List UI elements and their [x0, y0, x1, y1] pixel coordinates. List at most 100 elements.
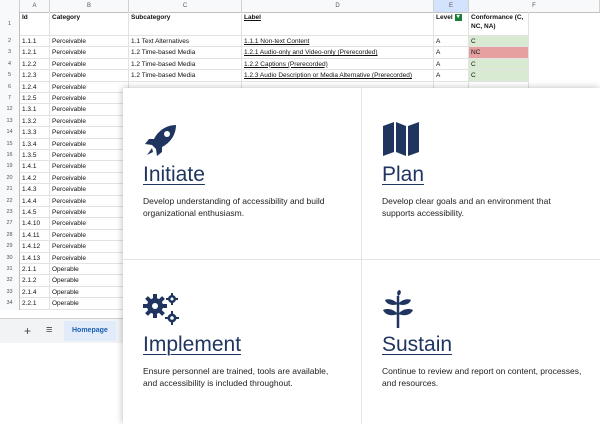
table-cell-subcategory[interactable]: 1.2 Time-based Media — [129, 47, 242, 59]
table-cell-id[interactable]: 1.4.1 — [20, 161, 50, 173]
row-header[interactable]: 6 — [0, 81, 20, 93]
card-title-implement[interactable]: Implement — [143, 333, 241, 357]
table-cell-level[interactable]: A — [434, 36, 469, 48]
row-header[interactable]: 16 — [0, 150, 20, 162]
table-cell-category[interactable]: Perceivable — [50, 93, 129, 105]
table-cell-id[interactable]: 1.4.2 — [20, 172, 50, 185]
table-cell-conf[interactable]: C — [469, 58, 529, 71]
table-cell-category[interactable]: Perceivable — [50, 104, 129, 116]
header-level[interactable]: Level ▾ — [434, 12, 469, 36]
card-title-plan[interactable]: Plan — [382, 163, 424, 187]
table-cell-conf[interactable]: C — [469, 70, 529, 82]
column-header-a[interactable]: A — [20, 0, 50, 12]
table-cell-category[interactable]: Perceivable — [50, 252, 129, 264]
row-header[interactable]: 14 — [0, 127, 20, 139]
table-cell-id[interactable]: 1.2.3 — [20, 70, 50, 82]
table-cell-id[interactable]: 1.4.3 — [20, 184, 50, 196]
table-cell-category[interactable]: Perceivable — [50, 81, 129, 93]
table-cell-category[interactable]: Operable — [50, 298, 129, 310]
row-header[interactable]: 32 — [0, 275, 20, 287]
plus-icon[interactable]: + — [24, 324, 31, 338]
row-header[interactable]: 20 — [0, 172, 20, 185]
table-cell-category[interactable]: Perceivable — [50, 47, 129, 59]
header-subcategory[interactable]: Subcategory — [129, 12, 242, 36]
table-cell-label[interactable]: 1.2.3 Audio Description or Media Alterna… — [242, 70, 434, 82]
table-cell-category[interactable]: Perceivable — [50, 195, 129, 207]
table-cell-id[interactable]: 1.4.5 — [20, 207, 50, 219]
table-cell-id[interactable]: 1.4.10 — [20, 218, 50, 230]
header-label[interactable]: Label — [242, 12, 434, 36]
row-header[interactable]: 27 — [0, 218, 20, 230]
table-cell-id[interactable]: 2.1.2 — [20, 275, 50, 287]
row-header[interactable]: 30 — [0, 252, 20, 264]
row-header[interactable]: 23 — [0, 207, 20, 219]
row-header[interactable]: 22 — [0, 195, 20, 207]
table-cell-label[interactable]: 1.2.1 Audio-only and Video-only (Prereco… — [242, 47, 434, 59]
row-header[interactable]: 3 — [0, 47, 20, 59]
table-cell-id[interactable]: 1.3.3 — [20, 127, 50, 139]
table-cell-category[interactable]: Perceivable — [50, 161, 129, 173]
card-title-sustain[interactable]: Sustain — [382, 333, 452, 357]
table-cell-category[interactable]: Perceivable — [50, 58, 129, 71]
table-cell-category[interactable]: Perceivable — [50, 115, 129, 128]
table-cell-category[interactable]: Perceivable — [50, 172, 129, 185]
table-cell-category[interactable]: Operable — [50, 286, 129, 299]
header-category[interactable]: Category — [50, 12, 129, 36]
table-cell-subcategory[interactable]: 1.1 Text Alternatives — [129, 36, 242, 48]
row-header[interactable]: 28 — [0, 229, 20, 242]
table-cell-conf[interactable]: NC — [469, 47, 529, 59]
row-header[interactable]: 15 — [0, 138, 20, 150]
row-header[interactable]: 12 — [0, 104, 20, 116]
table-cell-id[interactable]: 2.1.1 — [20, 264, 50, 276]
row-header[interactable]: 29 — [0, 241, 20, 253]
column-header-c[interactable]: C — [129, 0, 242, 12]
table-cell-subcategory[interactable]: 1.2 Time-based Media — [129, 58, 242, 71]
header-id[interactable]: Id — [20, 12, 50, 36]
corner-cell[interactable] — [0, 0, 20, 12]
table-cell-id[interactable]: 1.3.2 — [20, 115, 50, 128]
table-cell-id[interactable]: 1.4.12 — [20, 241, 50, 253]
table-cell-label[interactable]: 1.1.1 Non-text Content — [242, 36, 434, 48]
header-conformance[interactable]: Conformance (C, NC, NA) — [469, 12, 529, 36]
row-header[interactable]: 13 — [0, 115, 20, 128]
card-title-initiate[interactable]: Initiate — [143, 163, 205, 187]
row-header[interactable]: 21 — [0, 184, 20, 196]
table-cell-id[interactable]: 1.2.4 — [20, 81, 50, 93]
row-header[interactable]: 19 — [0, 161, 20, 173]
table-cell-id[interactable]: 1.3.5 — [20, 150, 50, 162]
table-cell-level[interactable]: A — [434, 58, 469, 71]
table-cell-id[interactable]: 2.1.4 — [20, 286, 50, 299]
row-header[interactable]: 33 — [0, 286, 20, 299]
table-cell-id[interactable]: 1.4.4 — [20, 195, 50, 207]
table-cell-category[interactable]: Perceivable — [50, 150, 129, 162]
table-cell-id[interactable]: 1.4.11 — [20, 229, 50, 242]
column-header-b[interactable]: B — [50, 0, 129, 12]
row-header-1[interactable]: 1 — [0, 12, 20, 36]
row-header[interactable]: 34 — [0, 298, 20, 310]
table-cell-id[interactable]: 2.2.1 — [20, 298, 50, 310]
table-cell-category[interactable]: Perceivable — [50, 36, 129, 48]
table-cell-category[interactable]: Perceivable — [50, 218, 129, 230]
table-cell-id[interactable]: 1.1.1 — [20, 36, 50, 48]
list-icon[interactable]: ≡ — [46, 324, 52, 336]
table-cell-category[interactable]: Perceivable — [50, 70, 129, 82]
table-cell-conf[interactable]: C — [469, 36, 529, 48]
row-header[interactable]: 4 — [0, 58, 20, 71]
filter-icon[interactable]: ▾ — [454, 13, 462, 21]
table-cell-category[interactable]: Operable — [50, 275, 129, 287]
table-cell-label[interactable]: 1.2.2 Captions (Prerecorded) — [242, 58, 434, 71]
table-cell-category[interactable]: Perceivable — [50, 127, 129, 139]
row-header[interactable]: 5 — [0, 70, 20, 82]
table-cell-id[interactable]: 1.3.4 — [20, 138, 50, 150]
row-header[interactable]: 2 — [0, 36, 20, 48]
column-header-e[interactable]: E — [434, 0, 469, 12]
table-cell-id[interactable]: 1.2.2 — [20, 58, 50, 71]
table-cell-category[interactable]: Operable — [50, 264, 129, 276]
table-cell-category[interactable]: Perceivable — [50, 229, 129, 242]
table-cell-category[interactable]: Perceivable — [50, 138, 129, 150]
table-cell-id[interactable]: 1.4.13 — [20, 252, 50, 264]
column-header-f[interactable]: F — [469, 0, 600, 12]
table-cell-category[interactable]: Perceivable — [50, 207, 129, 219]
column-header-d[interactable]: D — [242, 0, 434, 12]
table-cell-subcategory[interactable]: 1.2 Time-based Media — [129, 70, 242, 82]
